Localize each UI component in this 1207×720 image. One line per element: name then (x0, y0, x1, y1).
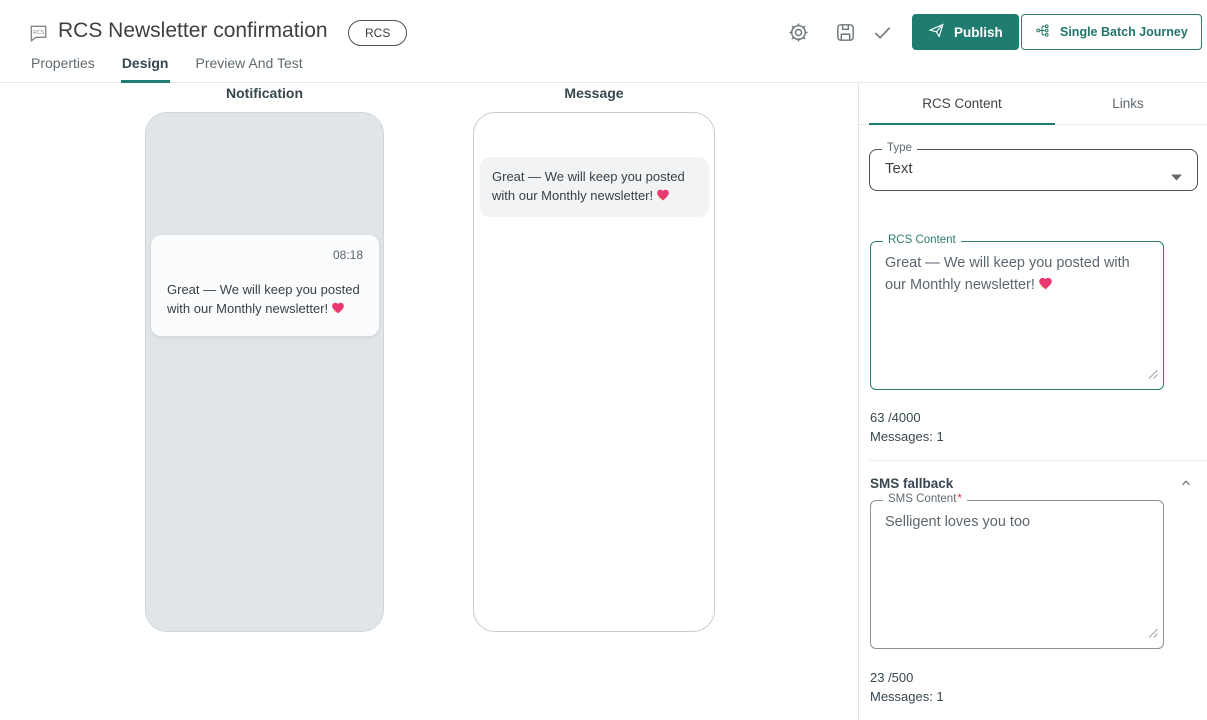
rcs-channel-icon: RCS (27, 22, 50, 50)
svg-text:RCS: RCS (33, 30, 45, 36)
tab-design[interactable]: Design (121, 53, 170, 83)
channel-badge: RCS (348, 20, 407, 46)
tab-preview-and-test[interactable]: Preview And Test (195, 53, 304, 83)
chevron-down-icon (1171, 168, 1182, 186)
rcs-content-textarea[interactable]: RCS Content Great — We will keep you pos… (870, 241, 1164, 390)
sms-content-value: Selligent loves you too (885, 511, 1150, 533)
send-icon (928, 22, 945, 42)
sparkling-heart-icon (331, 301, 345, 320)
sms-fallback-title: SMS fallback (870, 476, 953, 491)
rcs-content-label: RCS Content (883, 234, 961, 246)
save-button[interactable] (833, 21, 857, 45)
tab-links[interactable]: Links (1055, 83, 1201, 124)
resize-handle-icon[interactable] (1148, 366, 1158, 384)
publish-button[interactable]: Publish (912, 14, 1019, 50)
sparkling-heart-icon (1038, 276, 1053, 298)
journey-icon (1035, 22, 1052, 42)
main-tab-bar: Properties Design Preview And Test (30, 53, 304, 83)
sms-content-label: SMS Content* (883, 493, 967, 505)
rcs-message-count: Messages: 1 (870, 429, 944, 444)
single-batch-journey-button[interactable]: Single Batch Journey (1021, 14, 1202, 50)
sms-message-count: Messages: 1 (870, 689, 944, 704)
publish-button-label: Publish (954, 25, 1003, 40)
app-window: RCS RCS Newsletter confirmation RCS (0, 0, 1207, 720)
check-icon (871, 32, 894, 47)
type-select-label: Type (882, 142, 917, 154)
validate-button[interactable] (870, 21, 894, 45)
required-asterisk: * (957, 493, 961, 505)
panel-tab-bar: RCS Content Links (859, 83, 1207, 125)
type-select-value: Text (885, 160, 913, 177)
sms-content-label-text: SMS Content (888, 493, 956, 505)
sms-char-counter: 23 /500 (870, 670, 913, 685)
chevron-up-icon (1179, 478, 1193, 493)
content-side-panel: RCS Content Links Type Text RCS Content … (858, 83, 1207, 720)
rcs-content-value: Great — We will keep you posted with our… (885, 255, 1130, 293)
notification-column-label: Notification (145, 85, 384, 101)
page-title: RCS Newsletter confirmation (58, 19, 328, 43)
message-column-label: Message (473, 85, 715, 101)
message-phone-preview: Great — We will keep you posted with our… (473, 112, 715, 632)
notification-time: 08:18 (167, 248, 363, 262)
single-batch-journey-label: Single Batch Journey (1060, 25, 1188, 39)
resize-handle-icon[interactable] (1148, 625, 1158, 643)
sparkling-heart-icon (656, 188, 670, 207)
active-tab-indicator (869, 123, 1055, 125)
notification-card: 08:18 Great — We will keep you posted wi… (151, 235, 379, 336)
tab-rcs-content[interactable]: RCS Content (869, 83, 1055, 124)
tab-properties[interactable]: Properties (30, 53, 96, 83)
design-canvas: Notification Message 08:18 Great — We wi… (0, 83, 858, 720)
rcs-char-counter: 63 /4000 (870, 410, 921, 425)
rcs-content-value-wrap: Great — We will keep you posted with our… (885, 252, 1150, 298)
sms-content-textarea[interactable]: SMS Content* Selligent loves you too (870, 500, 1164, 649)
gear-icon (787, 32, 810, 47)
settings-button[interactable] (786, 21, 810, 45)
save-icon (834, 32, 857, 47)
notification-text-wrap: Great — We will keep you posted with our… (167, 280, 363, 320)
collapse-sms-fallback-button[interactable] (1176, 474, 1196, 494)
header: RCS RCS Newsletter confirmation RCS (0, 0, 1207, 83)
message-bubble: Great — We will keep you posted with our… (480, 157, 709, 217)
type-select[interactable]: Type Text (869, 149, 1198, 191)
notification-phone-preview: 08:18 Great — We will keep you posted wi… (145, 112, 384, 632)
section-divider (869, 460, 1207, 461)
